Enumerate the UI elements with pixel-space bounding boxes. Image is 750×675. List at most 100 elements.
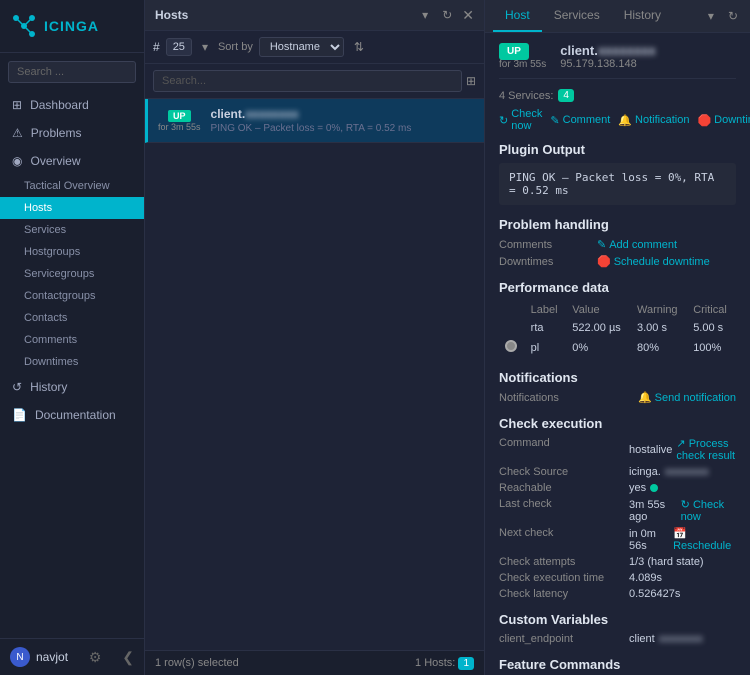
detail-host-ip: 95.179.138.148 bbox=[560, 58, 655, 70]
icinga-logo-icon bbox=[10, 12, 38, 40]
sidebar-item-services[interactable]: Services bbox=[0, 219, 144, 241]
notifications-row: Notifications 🔔 Send notification bbox=[499, 391, 736, 404]
next-check-label: Next check bbox=[499, 527, 629, 552]
perf-col-critical: Critical bbox=[687, 301, 736, 319]
tab-services[interactable]: Services bbox=[542, 0, 612, 32]
plugin-output-title: Plugin Output bbox=[499, 142, 736, 157]
sidebar-item-label: Problems bbox=[31, 126, 82, 140]
sidebar-item-problems[interactable]: ⚠ Problems bbox=[0, 119, 144, 147]
sidebar-item-hostgroups[interactable]: Hostgroups bbox=[0, 241, 144, 263]
sidebar-search-input[interactable] bbox=[8, 61, 136, 83]
filter-icon[interactable]: ⊞ bbox=[466, 74, 476, 88]
main-content: Hosts ▾ ↻ ✕ # 25 ▾ Sort by Hostname ⇅ bbox=[145, 0, 750, 675]
hostgroups-label: Hostgroups bbox=[24, 246, 80, 258]
history-icon: ↺ bbox=[12, 380, 22, 394]
detail-refresh-icon[interactable]: ↻ bbox=[724, 7, 742, 25]
reachable-row: Reachable yes bbox=[499, 482, 736, 494]
count-dropdown-icon[interactable]: ▾ bbox=[198, 38, 212, 56]
attempts-value: 1/3 (hard state) bbox=[629, 556, 704, 568]
check-now-link[interactable]: ↻ Check now bbox=[499, 108, 542, 132]
settings-icon[interactable]: ⚙ bbox=[89, 649, 102, 666]
sidebar-item-label: Dashboard bbox=[30, 98, 89, 112]
perf-label-pl: pl bbox=[525, 337, 567, 358]
sidebar-item-contactgroups[interactable]: Contactgroups bbox=[0, 285, 144, 307]
host-name: client.xxxxxxxx bbox=[211, 107, 474, 121]
sort-select[interactable]: Hostname bbox=[259, 37, 344, 57]
send-notification-link[interactable]: 🔔 Send notification bbox=[638, 391, 736, 404]
sidebar-item-comments[interactable]: Comments bbox=[0, 329, 144, 351]
contacts-label: Contacts bbox=[24, 312, 67, 324]
host-row[interactable]: UP for 3m 55s client.xxxxxxxx PING OK – … bbox=[145, 99, 484, 143]
status-time: for 3m 55s bbox=[158, 122, 201, 132]
refresh-icon[interactable]: ↻ bbox=[438, 6, 456, 24]
process-check-result-link[interactable]: ↗ Process check result bbox=[676, 437, 736, 462]
dashboard-icon: ⊞ bbox=[12, 98, 22, 112]
perf-value-pl: 0% bbox=[566, 337, 631, 358]
hosts-count-badge[interactable]: 25 bbox=[166, 38, 192, 56]
host-status: UP for 3m 55s bbox=[158, 110, 201, 132]
sidebar-item-documentation[interactable]: 📄 Documentation bbox=[0, 401, 144, 429]
sidebar-item-overview[interactable]: ◉ Overview bbox=[0, 147, 144, 175]
command-label: Command bbox=[499, 437, 629, 462]
hosts-toolbar: # 25 ▾ Sort by Hostname ⇅ bbox=[145, 31, 484, 64]
downtime-link[interactable]: 🛑 Downtime bbox=[697, 108, 750, 132]
services-count: 4 Services: 4 bbox=[499, 89, 736, 102]
perf-label-rta: rta bbox=[525, 319, 567, 337]
sidebar-item-hosts[interactable]: Hosts bbox=[0, 197, 144, 219]
sidebar-item-downtimes[interactable]: Downtimes bbox=[0, 351, 144, 373]
hosts-search-bar: ⊞ bbox=[145, 64, 484, 99]
close-icon[interactable]: ✕ bbox=[462, 7, 474, 24]
servicegroups-label: Servicegroups bbox=[24, 268, 94, 280]
sidebar-item-tactical[interactable]: Tactical Overview bbox=[0, 175, 144, 197]
add-comment-link[interactable]: ✎ Add comment bbox=[597, 238, 677, 251]
sidebar-item-label: Documentation bbox=[35, 408, 116, 422]
downtimes-label: Downtimes bbox=[499, 256, 589, 268]
check-execution-title: Check execution bbox=[499, 416, 736, 431]
hosts-panel-actions: ▾ ↻ ✕ bbox=[418, 6, 474, 24]
sidebar-item-contacts[interactable]: Contacts bbox=[0, 307, 144, 329]
sidebar-header: ICINGA bbox=[0, 0, 144, 53]
custom-variables-section: Custom Variables client_endpoint clientx… bbox=[499, 612, 736, 645]
performance-data-title: Performance data bbox=[499, 280, 736, 295]
hosts-search-input[interactable] bbox=[153, 70, 462, 92]
tab-history[interactable]: History bbox=[612, 0, 673, 32]
perf-col-warning: Warning bbox=[631, 301, 687, 319]
status-badge: UP bbox=[168, 110, 191, 122]
sidebar: ICINGA ⊞ Dashboard ⚠ Problems ◉ Overview… bbox=[0, 0, 145, 675]
notification-link[interactable]: 🔔 Notification bbox=[618, 108, 689, 132]
problem-handling-section: Problem handling Comments ✎ Add comment … bbox=[499, 217, 736, 268]
detail-tab-actions: ▾ ↻ bbox=[704, 7, 742, 25]
latency-label: Check latency bbox=[499, 588, 629, 600]
host-detail: PING OK – Packet loss = 0%, RTA = 0.52 m… bbox=[211, 123, 474, 134]
comment-link[interactable]: ✎ Comment bbox=[550, 108, 610, 132]
tab-host[interactable]: Host bbox=[493, 0, 542, 32]
reschedule-link[interactable]: 📅 Reschedule bbox=[673, 527, 736, 552]
source-value: icinga.xxxxxxxx bbox=[629, 466, 709, 478]
detail-host-name: client.xxxxxxxx bbox=[560, 43, 655, 58]
sidebar-item-dashboard[interactable]: ⊞ Dashboard bbox=[0, 91, 144, 119]
check-now-exec-link[interactable]: ↻ Check now bbox=[681, 498, 736, 523]
sort-label: Sort by bbox=[218, 41, 253, 53]
feature-commands-section: Feature Commands Active Checks Passive C… bbox=[499, 657, 736, 675]
sidebar-item-history[interactable]: ↺ History bbox=[0, 373, 144, 401]
next-check-row: Next check in 0m 56s 📅 Reschedule bbox=[499, 527, 736, 552]
username-label: navjot bbox=[36, 650, 68, 664]
sidebar-collapse-icon[interactable]: ❮ bbox=[122, 649, 134, 666]
hosts-panel: Hosts ▾ ↻ ✕ # 25 ▾ Sort by Hostname ⇅ bbox=[145, 0, 485, 675]
problem-handling-title: Problem handling bbox=[499, 217, 736, 232]
sidebar-item-servicegroups[interactable]: Servicegroups bbox=[0, 263, 144, 285]
check-execution-section: Check execution Command hostalive ↗ Proc… bbox=[499, 416, 736, 600]
sort-asc-icon[interactable]: ⇅ bbox=[350, 38, 368, 56]
perf-critical-pl: 100% bbox=[687, 337, 736, 358]
perf-warning-rta: 3.00 s bbox=[631, 319, 687, 337]
custom-variables-title: Custom Variables bbox=[499, 612, 736, 627]
detail-dropdown-icon[interactable]: ▾ bbox=[704, 7, 718, 25]
schedule-downtime-link[interactable]: 🛑 Schedule downtime bbox=[597, 255, 710, 268]
sidebar-search-container bbox=[0, 53, 144, 91]
detail-header: Host Services History ▾ ↻ bbox=[485, 0, 750, 33]
hash-label: # bbox=[153, 40, 160, 54]
dropdown-icon[interactable]: ▾ bbox=[418, 6, 432, 24]
rows-selected-label: 1 row(s) selected bbox=[155, 657, 239, 669]
tactical-label: Tactical Overview bbox=[24, 180, 110, 192]
hosts-total-badge: 1 bbox=[458, 657, 474, 670]
